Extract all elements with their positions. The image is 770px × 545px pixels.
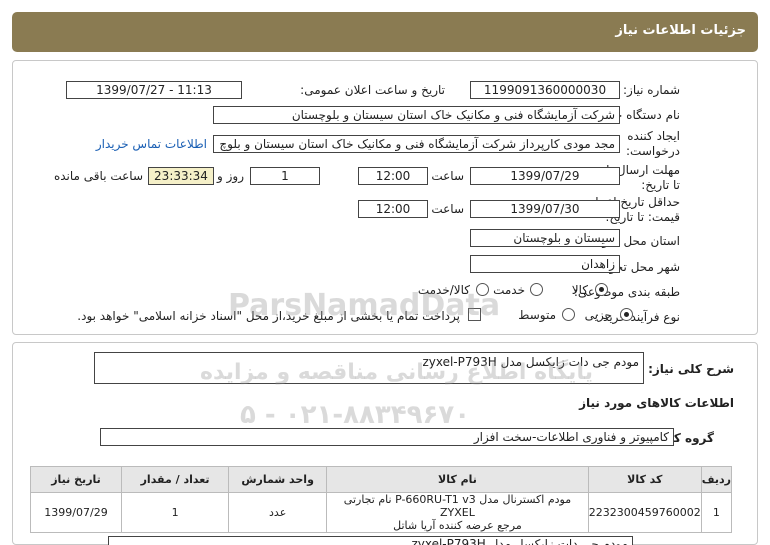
- creator-label-line2: درخواست:: [626, 144, 680, 158]
- table-row: 1 2232300459760002 مودم اکسترنال مدل P-6…: [29, 492, 733, 533]
- reply-deadline-label-line2: تا تاریخ:: [641, 178, 680, 192]
- cell-name: مودم اکسترنال مدل P-660RU-T1 v3 نام تجار…: [326, 492, 589, 533]
- cell-row: 1: [700, 492, 733, 533]
- reply-time-field: 12:00: [358, 167, 428, 185]
- need-number-label: شماره نیاز:: [623, 83, 680, 97]
- validity-date-field: 1399/07/30: [470, 200, 620, 218]
- description-field: مودم جی دات زایکسل مدل zyxel-P793H: [94, 352, 644, 384]
- reply-time-label: ساعت: [431, 169, 464, 183]
- validity-time-label: ساعت: [431, 202, 464, 216]
- process-radio-minor[interactable]: [620, 308, 633, 321]
- reply-date-field: 1399/07/29: [470, 167, 620, 185]
- buyer-contact-link[interactable]: اطلاعات تماس خریدار: [96, 137, 207, 151]
- announce-label: تاریخ و ساعت اعلان عمومی:: [300, 83, 445, 97]
- cell-unit: عدد: [228, 492, 328, 533]
- validity-time-field: 12:00: [358, 200, 428, 218]
- creator-field: مجد مودی کارپرداز شرکت آزمایشگاه فنی و م…: [213, 135, 620, 153]
- goods-section-title: اطلاعات کالاهای مورد نیاز: [579, 396, 734, 410]
- process-option-medium: متوسط: [518, 308, 556, 322]
- category-option-service: خدمت: [493, 283, 525, 297]
- cell-name-line2: مرجع عرضه کننده آریا شاتل: [393, 519, 522, 532]
- province-field: سیستان و بلوچستان: [470, 229, 620, 247]
- announce-field: 1399/07/27 - 11:13: [66, 81, 242, 99]
- category-label: طبقه بندی موضوعی:: [573, 285, 680, 299]
- col-unit: واحد شمارش: [228, 466, 328, 493]
- page-title: جزئیات اطلاعات نیاز: [615, 23, 746, 38]
- goods-table: ردیف کد کالا نام کالا واحد شمارش تعداد /…: [29, 466, 733, 533]
- days-field: 1: [250, 167, 320, 185]
- treasury-payment-checkbox[interactable]: [468, 308, 481, 321]
- description-label: شرح کلی نیاز:: [648, 362, 734, 376]
- cell-code: 2232300459760002: [587, 492, 702, 533]
- goods-group-field: کامپیوتر و فناوری اطلاعات-سخت افزار: [100, 428, 674, 446]
- bottom-description-field: مودم جی دات زایکسل مدل zyxel-P793H: [108, 536, 633, 545]
- col-date: تاریخ نیاز: [29, 466, 123, 493]
- creator-label-line1: ایجاد کننده: [627, 129, 680, 143]
- cell-qty: 1: [121, 492, 230, 533]
- category-radio-goods[interactable]: [595, 283, 608, 296]
- page-header: جزئیات اطلاعات نیاز: [12, 12, 758, 52]
- remaining-time-field: 23:33:34: [148, 167, 214, 185]
- days-label: روز و: [217, 169, 244, 183]
- treasury-payment-note: پرداخت تمام یا بخشی از مبلغ خرید،از محل …: [77, 309, 460, 323]
- col-row: ردیف: [700, 466, 733, 493]
- col-name: نام کالا: [326, 466, 589, 493]
- goods-table-header: ردیف کد کالا نام کالا واحد شمارش تعداد /…: [29, 466, 733, 493]
- buyer-field: شرکت آزمایشگاه فنی و مکانیک خاک استان سی…: [213, 106, 620, 124]
- cell-name-line1: مودم اکسترنال مدل P-660RU-T1 v3 نام تجار…: [343, 493, 572, 519]
- city-field: زاهدان: [470, 255, 620, 273]
- need-number-field: 1199091360000030: [470, 81, 620, 99]
- category-option-goods-service: کالا/خدمت: [417, 283, 470, 297]
- process-radio-medium[interactable]: [562, 308, 575, 321]
- col-qty: تعداد / مقدار: [121, 466, 230, 493]
- category-radio-service[interactable]: [530, 283, 543, 296]
- remaining-time-label: ساعت باقی مانده: [53, 169, 143, 183]
- category-option-goods: کالا: [571, 283, 588, 297]
- cell-date: 1399/07/29: [29, 492, 123, 533]
- col-code: کد کالا: [587, 466, 702, 493]
- process-option-minor: جزیی: [584, 308, 612, 322]
- category-radio-goods-service[interactable]: [476, 283, 489, 296]
